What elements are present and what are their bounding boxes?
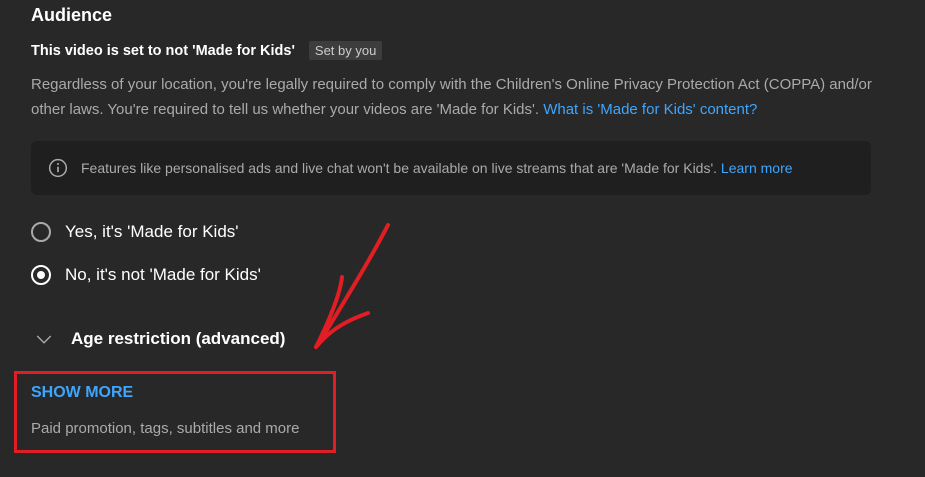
show-more-subtitle: Paid promotion, tags, subtitles and more [31, 420, 300, 437]
made-for-kids-info-link[interactable]: What is 'Made for Kids' content? [543, 101, 757, 118]
section-title: Audience [31, 5, 113, 25]
info-icon [48, 158, 68, 178]
radio-yes-made-for-kids[interactable]: Yes, it's 'Made for Kids' [31, 222, 239, 242]
radio-button-checked[interactable] [31, 265, 51, 285]
radio-no-made-for-kids[interactable]: No, it's not 'Made for Kids' [31, 265, 261, 285]
audience-section: Audience This video is set to not 'Made … [0, 0, 925, 477]
show-more-button[interactable]: SHOW MORE [31, 384, 133, 402]
radio-label-yes: Yes, it's 'Made for Kids' [65, 222, 239, 241]
radio-button-unchecked[interactable] [31, 222, 51, 242]
set-by-badge: Set by you [308, 41, 383, 60]
age-restriction-label: Age restriction (advanced) [71, 329, 286, 348]
age-restriction-toggle[interactable]: Age restriction (advanced) [35, 329, 285, 349]
status-text: This video is set to not 'Made for Kids' [31, 42, 295, 59]
annotation-arrow-icon [314, 223, 390, 349]
info-banner-text: Features like personalised ads and live … [81, 160, 793, 176]
info-text: Features like personalised ads and live … [81, 160, 721, 176]
info-banner: Features like personalised ads and live … [31, 141, 871, 195]
chevron-down-icon [36, 335, 52, 344]
learn-more-link[interactable]: Learn more [721, 160, 793, 176]
made-for-kids-status: This video is set to not 'Made for Kids'… [31, 41, 383, 60]
coppa-description: Regardless of your location, you're lega… [31, 72, 901, 122]
radio-label-no: No, it's not 'Made for Kids' [65, 265, 261, 284]
